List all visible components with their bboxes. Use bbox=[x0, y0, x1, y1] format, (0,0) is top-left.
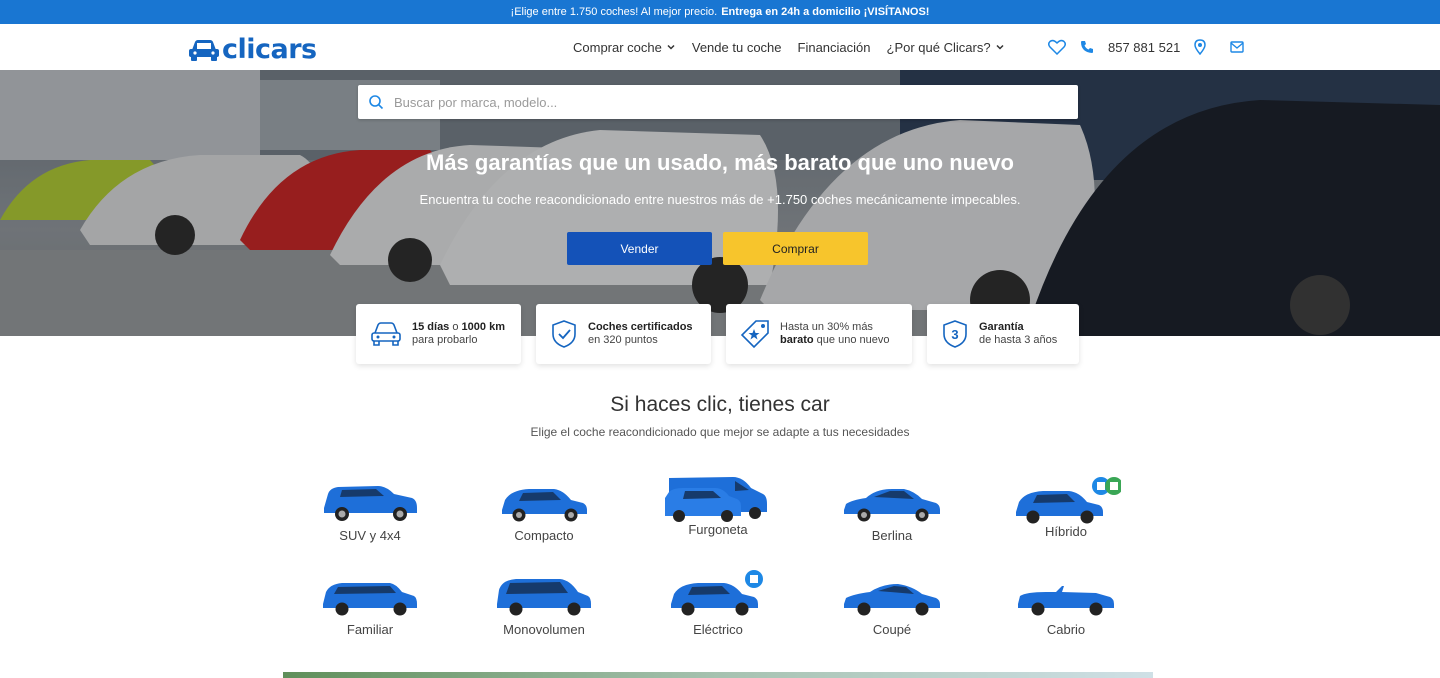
category-label: Coupé bbox=[872, 622, 912, 637]
mail-icon[interactable] bbox=[1230, 41, 1244, 53]
category-monovolumen[interactable]: Monovolumen bbox=[474, 576, 614, 637]
feature-text: Garantía de hasta 3 años bbox=[979, 321, 1057, 347]
hybrid-car-icon bbox=[1016, 477, 1121, 524]
sell-button[interactable]: Vender bbox=[567, 232, 712, 265]
svg-text:3: 3 bbox=[951, 327, 958, 342]
phone-icon[interactable] bbox=[1080, 40, 1094, 54]
nav-vende-tu-coche[interactable]: Vende tu coche bbox=[692, 40, 782, 55]
category-hibrido[interactable]: Híbrido bbox=[996, 476, 1136, 539]
category-label: Híbrido bbox=[1045, 524, 1087, 539]
feature-bold: 1000 km bbox=[461, 321, 505, 333]
category-label: Berlina bbox=[871, 528, 913, 543]
feature-card-price: Hasta un 30% más barato que uno nuevo bbox=[726, 304, 912, 364]
feature-bold: Coches certificados bbox=[588, 321, 693, 333]
feature-text-part: o bbox=[449, 321, 462, 333]
nav-label: ¿Por qué Clicars? bbox=[886, 39, 991, 55]
category-electrico[interactable]: Eléctrico bbox=[648, 570, 788, 637]
category-berlina[interactable]: Berlina bbox=[822, 480, 962, 543]
search-icon bbox=[369, 95, 384, 110]
section-subtitle: Elige el coche reacondicionado que mejor… bbox=[530, 425, 910, 439]
location-pin-icon[interactable] bbox=[1194, 39, 1207, 55]
feature-bold: 15 días bbox=[412, 321, 450, 333]
promo-text: ¡Elige entre 1.750 coches! Al mejor prec… bbox=[510, 6, 718, 18]
main-nav: Comprar coche Vende tu coche Financiació… bbox=[573, 24, 1005, 70]
convertible-icon bbox=[1018, 586, 1114, 616]
category-familiar[interactable]: Familiar bbox=[300, 578, 440, 637]
sedan-icon bbox=[844, 489, 940, 522]
electric-car-icon bbox=[671, 570, 763, 616]
category-coupe[interactable]: Coupé bbox=[822, 580, 962, 637]
feature-text: Coches certificados en 320 puntos bbox=[588, 321, 693, 347]
category-cabrio[interactable]: Cabrio bbox=[996, 580, 1136, 637]
category-label: Furgoneta bbox=[688, 522, 748, 537]
car-logo-icon bbox=[189, 39, 219, 61]
promo-text-bold: Entrega en 24h a domicilio ¡VISÍTANOS! bbox=[721, 6, 930, 18]
feature-line2: para probarlo bbox=[412, 334, 478, 346]
header-actions: 857 881 521 bbox=[1048, 24, 1244, 70]
compact-car-icon bbox=[502, 489, 587, 522]
chevron-down-icon bbox=[667, 44, 675, 50]
nav-financiacion[interactable]: Financiación bbox=[798, 40, 871, 55]
category-label: Cabrio bbox=[1046, 622, 1086, 637]
feature-line2: que uno nuevo bbox=[813, 334, 890, 346]
feature-card-trial: 15 días o 1000 km para probarlo bbox=[356, 304, 521, 364]
feature-line2: de hasta 3 años bbox=[979, 334, 1058, 346]
nav-label: Comprar coche bbox=[573, 39, 662, 55]
coupe-icon bbox=[844, 584, 940, 616]
suv-icon bbox=[324, 486, 417, 521]
search-bar[interactable] bbox=[358, 85, 1078, 119]
promo-bar[interactable]: ¡Elige entre 1.750 coches! Al mejor prec… bbox=[0, 0, 1440, 24]
hero-title: Más garantías que un usado, más barato q… bbox=[426, 150, 1014, 175]
car-front-icon bbox=[371, 322, 401, 346]
category-label: Eléctrico bbox=[693, 622, 743, 637]
feature-text-part: Hasta un 30% más bbox=[780, 321, 873, 333]
nav-label: Vende tu coche bbox=[691, 39, 782, 55]
category-label: SUV y 4x4 bbox=[339, 528, 401, 543]
shield-three-icon: 3 bbox=[943, 320, 967, 348]
price-tag-star-icon bbox=[740, 320, 769, 349]
nav-label: Financiación bbox=[797, 39, 871, 55]
logo[interactable]: clicars bbox=[188, 34, 317, 65]
feature-card-warranty: 3 Garantía de hasta 3 años bbox=[927, 304, 1079, 364]
category-compacto[interactable]: Compacto bbox=[474, 480, 614, 543]
category-furgoneta[interactable]: Furgoneta bbox=[648, 474, 788, 537]
feature-text: Hasta un 30% más barato que uno nuevo bbox=[780, 321, 889, 347]
buy-button[interactable]: Comprar bbox=[723, 232, 868, 265]
heart-icon[interactable] bbox=[1048, 39, 1066, 55]
category-label: Monovolumen bbox=[503, 622, 585, 637]
nav-comprar-coche[interactable]: Comprar coche bbox=[573, 40, 676, 55]
feature-bold: barato bbox=[780, 334, 814, 346]
category-label: Compacto bbox=[514, 528, 574, 543]
banner-image-top-edge bbox=[283, 672, 1153, 678]
logo-text: clicars bbox=[222, 34, 317, 65]
search-input[interactable] bbox=[394, 94, 1054, 110]
estate-car-icon bbox=[323, 583, 417, 616]
hero-subtitle: Encuentra tu coche reacondicionado entre… bbox=[419, 192, 1021, 207]
feature-text: 15 días o 1000 km para probarlo bbox=[412, 321, 505, 347]
site-header: clicars Comprar coche Vende tu coche Fin… bbox=[0, 24, 1440, 70]
nav-por-que-clicars[interactable]: ¿Por qué Clicars? bbox=[887, 40, 1005, 55]
phone-number[interactable]: 857 881 521 bbox=[1108, 40, 1180, 55]
category-label: Familiar bbox=[346, 622, 394, 637]
feature-card-certified: Coches certificados en 320 puntos bbox=[536, 304, 711, 364]
chevron-down-icon bbox=[996, 44, 1004, 50]
van-icon bbox=[665, 477, 767, 522]
shield-check-icon bbox=[552, 320, 576, 348]
category-suv[interactable]: SUV y 4x4 bbox=[300, 480, 440, 543]
feature-line2: en 320 puntos bbox=[588, 334, 658, 346]
feature-bold: Garantía bbox=[979, 321, 1024, 333]
section-title: Si haces clic, tienes car bbox=[610, 393, 830, 416]
minivan-icon bbox=[497, 579, 591, 616]
